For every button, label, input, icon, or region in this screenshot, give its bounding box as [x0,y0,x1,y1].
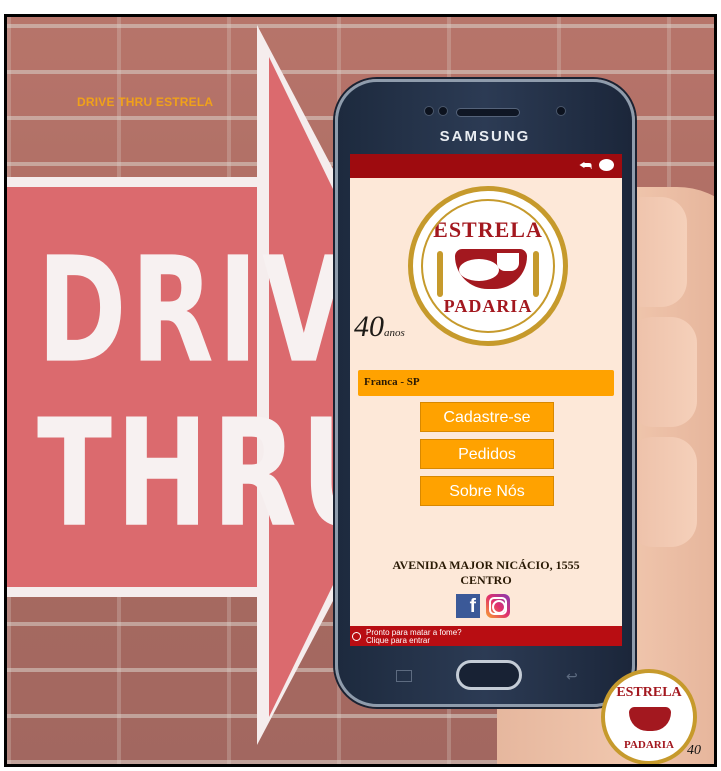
bread-coffee-icon [629,707,671,731]
wheat-icon [533,251,539,297]
estrela-logo: ESTRELA PADARIA [408,186,568,346]
corner-logo: ESTRELA PADARIA [601,669,697,764]
recent-apps-icon[interactable] [396,670,412,682]
about-us-button[interactable]: Sobre Nós [420,476,554,506]
finger [627,317,697,427]
address: AVENIDA MAJOR NICÁCIO, 1555 CENTRO [350,558,622,588]
city-bar: Franca - SP [358,370,614,396]
phone-sensor [438,106,448,116]
front-camera [556,106,566,116]
phone-speaker [456,108,520,117]
wheat-icon [437,251,443,297]
corner-anniversary-mark: 40 [687,743,701,758]
address-district: CENTRO [460,573,512,587]
notification-bar[interactable]: Pronto para matar a fome? Clique para en… [350,626,622,646]
finger [627,437,697,547]
instagram-icon[interactable] [486,594,510,618]
register-button[interactable]: Cadastre-se [420,402,554,432]
address-street: AVENIDA MAJOR NICÁCIO, 1555 [392,558,580,572]
corner-logo-bottom-text: PADARIA [624,739,674,751]
coffee-cup-icon [497,253,519,271]
orders-button[interactable]: Pedidos [420,439,554,469]
facebook-icon[interactable]: f [456,594,480,618]
promo-frame: DRIVE THRU DRIVE THRU ESTRELA SAMSUNG ⮪ … [4,14,717,767]
corner-logo-top-text: ESTRELA [616,685,682,700]
notification-icon [352,632,361,641]
share-icon[interactable]: ⮪ [579,158,592,172]
logo-ring: ESTRELA PADARIA [421,199,555,333]
phone: SAMSUNG ⮪ ESTRELA PADARIA 40anos Franca … [335,79,635,707]
phone-sensor [424,106,434,116]
logo-bottom-text: PADARIA [443,296,533,316]
app-screen: ⮪ ESTRELA PADARIA 40anos Franca - SP Cad… [350,154,622,646]
app-label: DRIVE THRU ESTRELA [77,95,214,109]
phone-brand: SAMSUNG [439,128,531,145]
app-top-bar: ⮪ [350,154,622,178]
bread-icon [459,259,499,281]
logo-top-text: ESTRELA [433,217,543,242]
chat-icon[interactable] [599,159,614,171]
home-button[interactable] [456,660,522,690]
notification-subtitle: Clique para entrar [366,636,431,645]
back-icon[interactable]: ↩ [566,668,578,685]
anniversary-number: 40 [354,310,384,343]
anniversary-mark: 40anos [354,312,405,348]
anniversary-suffix: anos [384,327,405,339]
social-links: f [456,594,516,618]
